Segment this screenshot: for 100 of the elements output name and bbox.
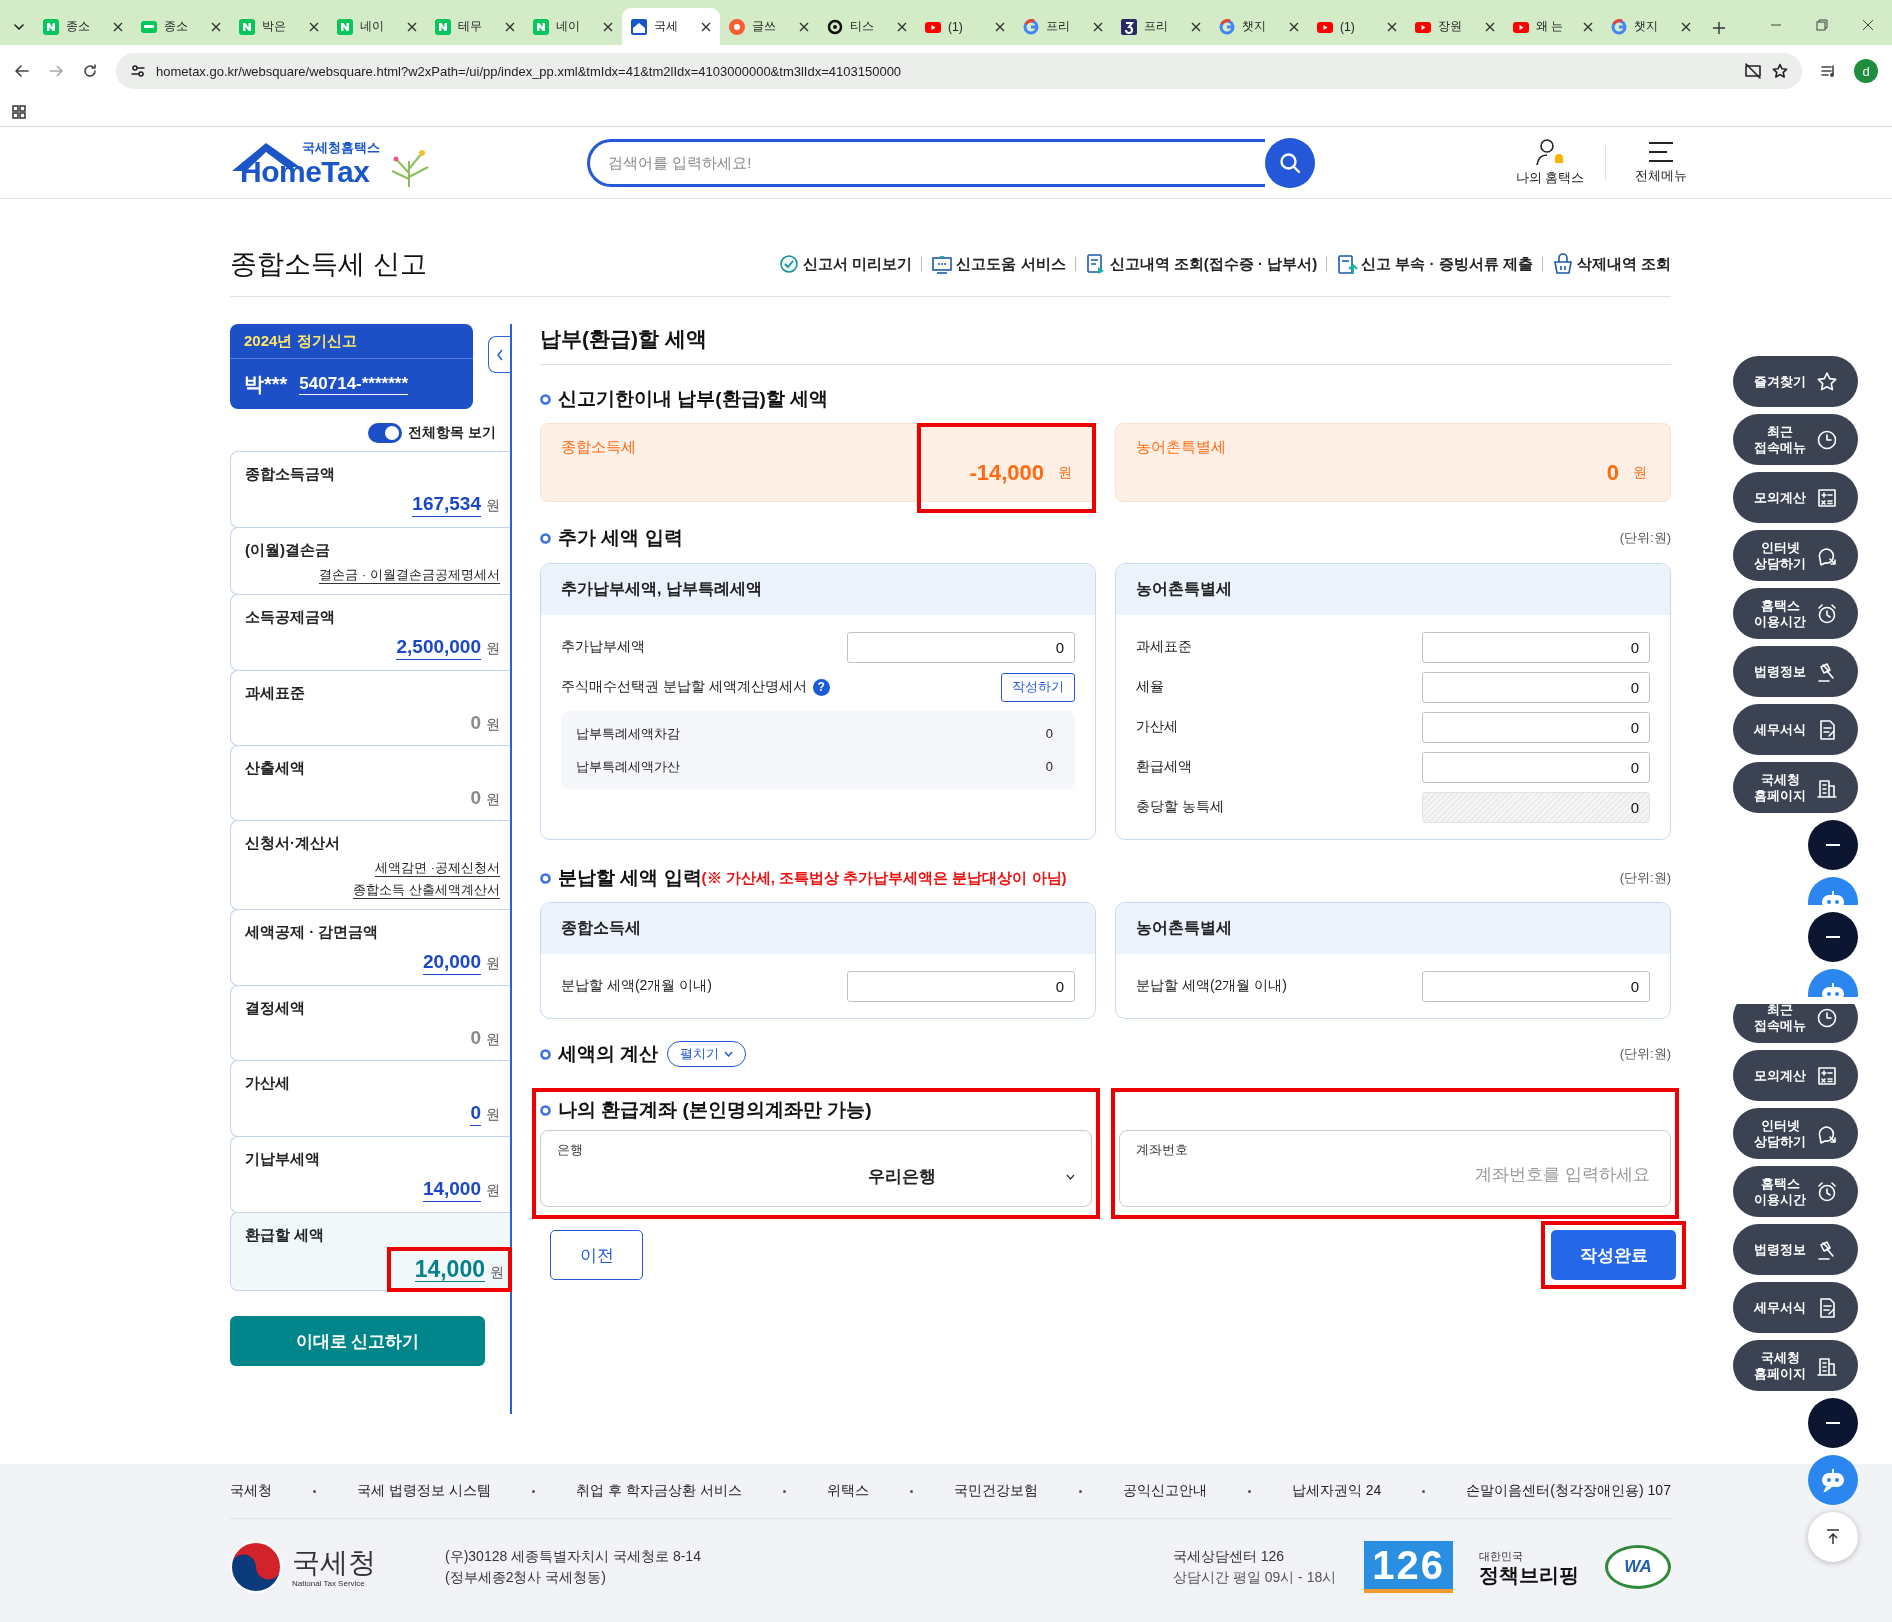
profile-avatar[interactable]: d (1854, 59, 1878, 83)
quick-menu-button[interactable]: 홈택스 이용시간 (1733, 588, 1858, 639)
browser-tab[interactable]: 종소 (34, 8, 132, 45)
account-number-input[interactable]: 계좌번호를 입력하세요 (1136, 1165, 1654, 1185)
search-button[interactable] (1265, 137, 1315, 188)
quick-menu-button[interactable]: 모의계산 (1733, 472, 1858, 523)
quick-menu-button[interactable]: 법령정보 (1733, 646, 1858, 697)
close-icon[interactable] (1862, 19, 1874, 31)
media-icon[interactable] (1820, 63, 1836, 79)
page-link[interactable]: 신고 부속 · 증빙서류 제출 (1336, 253, 1533, 275)
star-icon[interactable] (1772, 63, 1788, 79)
browser-tab[interactable]: 박은 (230, 8, 328, 45)
page-link[interactable]: 신고도움 서비스 (931, 253, 1066, 275)
amount-link[interactable]: 14,000 (422, 1177, 481, 1202)
form-link[interactable]: 세액감면 ·공제신청서 (375, 859, 500, 877)
quick-menu-button[interactable]: 인터넷 상담하기 (1733, 530, 1858, 581)
browser-tab[interactable]: 글쓰 (720, 8, 818, 45)
close-icon[interactable] (1681, 21, 1691, 32)
amount-link[interactable]: 2,500,000 (396, 635, 481, 660)
quick-menu-button[interactable]: 인터넷 상담하기 (1733, 1108, 1858, 1159)
toggle-switch[interactable] (368, 423, 403, 443)
collapse-button[interactable] (1808, 1398, 1858, 1448)
browser-tab[interactable]: 네이 (524, 8, 622, 45)
quick-menu-button[interactable]: 국세청 홈페이지 (1733, 762, 1858, 813)
browser-tab[interactable]: 장원 (1406, 8, 1504, 45)
quick-menu-button[interactable]: 최근 접속메뉴 (1733, 414, 1858, 465)
footer-link[interactable]: 위택스 (826, 1482, 869, 1500)
back-icon[interactable] (14, 63, 30, 79)
close-icon[interactable] (407, 21, 417, 32)
close-icon[interactable] (113, 21, 123, 32)
close-icon[interactable] (1583, 21, 1593, 32)
header-menu-button[interactable]: 전체메뉴 (1616, 140, 1706, 185)
close-icon[interactable] (603, 21, 613, 32)
footer-link[interactable]: 공익신고안내 (1122, 1482, 1207, 1500)
browser-tab[interactable]: 테무 (426, 8, 524, 45)
amount-link[interactable]: 167,534 (412, 492, 481, 517)
browser-tab[interactable]: 국세 (622, 8, 720, 45)
browser-tab[interactable]: 챗지 (1210, 8, 1308, 45)
close-icon[interactable] (211, 21, 221, 32)
quick-menu-button[interactable]: 세무서식 (1733, 704, 1858, 755)
amount-link[interactable]: 14,000 (414, 1257, 485, 1282)
page-link[interactable]: 신고서 미리보기 (778, 253, 913, 275)
amount-field[interactable]: 0 (1422, 751, 1650, 783)
close-icon[interactable] (897, 21, 907, 32)
amount-field[interactable]: 0 (1422, 970, 1650, 1002)
close-icon[interactable] (701, 21, 711, 32)
footer-link[interactable]: 국세청 (230, 1482, 272, 1500)
reload-icon[interactable] (82, 63, 98, 79)
page-link[interactable]: 신고내역 조회(접수증 · 납부서) (1084, 253, 1318, 275)
file-return-button[interactable]: 이대로 신고하기 (230, 1316, 485, 1366)
previous-button[interactable]: 이전 (550, 1230, 643, 1280)
header-menu-button[interactable]: 나의 홈택스 (1505, 138, 1595, 187)
expand-toggle[interactable]: 펼치기 (667, 1041, 747, 1067)
bank-select[interactable]: 은행 우리은행 (540, 1130, 1092, 1207)
footer-link[interactable]: 납세자권익 24 (1291, 1482, 1382, 1500)
quick-menu-button[interactable]: 국세청 홈페이지 (1733, 1340, 1858, 1391)
search-field[interactable]: 검색어를 입력하세요! (587, 138, 1265, 187)
complete-button[interactable]: 작성완료 (1551, 1230, 1676, 1280)
amount-link[interactable]: 20,000 (422, 950, 481, 975)
address-bar[interactable]: hometax.go.kr/websquare/websquare.html?w2xPath=/ui/pp/index_pp.xml&tmIdx=41&tm2lIdx=4103000000&tm3lIdx=4103150000 (116, 53, 1802, 89)
close-icon[interactable] (505, 21, 515, 32)
close-icon[interactable] (799, 21, 809, 32)
footer-link[interactable]: 손말이음센터(청각장애인용) 107 (1466, 1482, 1671, 1500)
footer-link[interactable]: 국세 법령정보 시스템 (357, 1482, 491, 1500)
amount-field[interactable]: 0 (1422, 711, 1650, 743)
browser-tab[interactable]: 챗지 (1602, 8, 1700, 45)
browser-tab[interactable]: 티스 (818, 8, 916, 45)
form-link[interactable]: 종합소득 산출세액계산서 (353, 881, 500, 899)
page-link[interactable]: 삭제내역 조회 (1551, 253, 1671, 275)
amount-field[interactable]: 0 (847, 970, 1075, 1002)
new-tab-icon[interactable] (1712, 21, 1726, 35)
collapse-button[interactable] (1808, 912, 1858, 962)
quick-menu-button[interactable]: 법령정보 (1733, 1224, 1858, 1275)
close-icon[interactable] (1191, 21, 1201, 32)
logo-text[interactable]: HomeTax (240, 156, 380, 187)
footer-link[interactable]: 국민건강보험 (953, 1482, 1038, 1500)
browser-tab[interactable]: 왜 는 (1504, 8, 1602, 45)
close-icon[interactable] (309, 21, 319, 32)
browser-tab[interactable]: 네이 (328, 8, 426, 45)
quick-menu-button[interactable]: 최근 접속메뉴 (1733, 1004, 1858, 1043)
collapse-button[interactable] (1808, 820, 1858, 870)
browser-tab[interactable]: 종소 (132, 8, 230, 45)
help-icon[interactable]: ? (812, 678, 830, 696)
camera-off-icon[interactable] (1744, 63, 1762, 79)
close-icon[interactable] (1093, 21, 1103, 32)
briefing-logo[interactable]: 정책브리핑 (1479, 1563, 1579, 1586)
quick-menu-button[interactable]: 세무서식 (1733, 1282, 1858, 1333)
write-button[interactable]: 작성하기 (1001, 672, 1075, 702)
browser-tab[interactable]: 프리 (1112, 8, 1210, 45)
browser-tab[interactable]: 프리 (1014, 8, 1112, 45)
amount-field[interactable]: 0 (1422, 631, 1650, 663)
footer-link[interactable]: 취업 후 학자금상환 서비스 (575, 1482, 742, 1500)
apps-icon[interactable] (12, 104, 26, 119)
close-icon[interactable] (1289, 21, 1299, 32)
amount-link[interactable]: 0 (470, 1101, 481, 1126)
amount-field[interactable]: 0 (1422, 671, 1650, 703)
quick-menu-button[interactable]: 모의계산 (1733, 1050, 1858, 1101)
form-link[interactable]: 결손금 · 이월결손금공제명세서 (319, 566, 500, 584)
restore-icon[interactable] (1816, 19, 1828, 31)
amount-field[interactable]: 0 (847, 631, 1075, 663)
